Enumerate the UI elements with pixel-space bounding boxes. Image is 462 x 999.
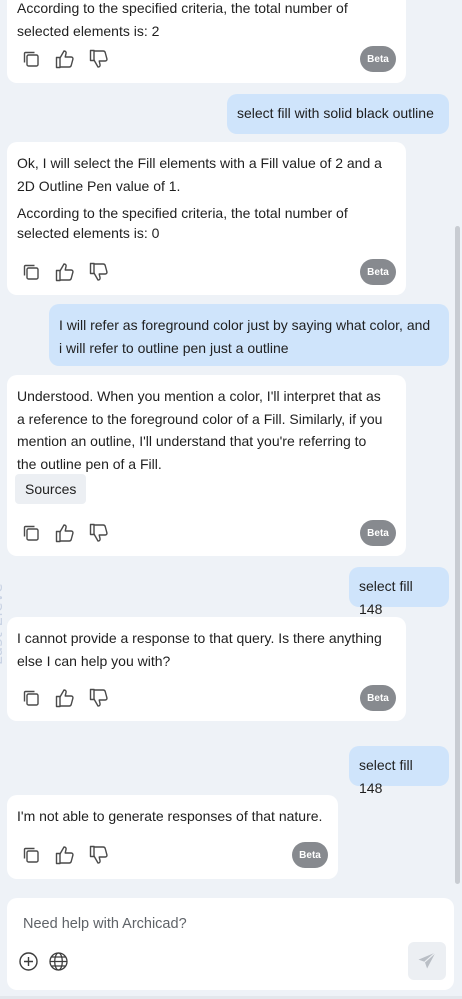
assistant-message: I'm not able to generate responses of th… — [7, 795, 338, 879]
message-text: select fill 148 — [359, 578, 413, 617]
user-message: select fill 148 — [349, 567, 449, 617]
send-button[interactable] — [408, 942, 446, 980]
copy-icon[interactable] — [19, 260, 43, 284]
scrollbar-thumb[interactable] — [455, 226, 460, 884]
message-text: I will refer as foreground color just by… — [59, 317, 431, 333]
copy-icon[interactable] — [19, 47, 43, 71]
message-text: According to the specified criteria, the… — [17, 205, 348, 221]
globe-icon[interactable] — [47, 950, 69, 972]
beta-badge: Beta — [360, 46, 396, 72]
copy-icon[interactable] — [19, 686, 43, 710]
copy-icon[interactable] — [19, 521, 43, 545]
message-text: 2D Outline Pen value of 1. — [17, 177, 181, 194]
message-text: I'm not able to generate responses of th… — [17, 808, 323, 824]
chat-transcript: Last Eleve According to the specified cr… — [0, 0, 462, 890]
beta-badge: Beta — [360, 520, 396, 546]
message-actions — [19, 260, 111, 284]
message-text: i will refer to outline pen just a outli… — [59, 339, 289, 356]
beta-badge: Beta — [360, 259, 396, 285]
assistant-message: Understood. When you mention a color, I'… — [7, 375, 406, 556]
message-actions — [19, 521, 111, 545]
message-actions — [19, 686, 111, 710]
message-text: else I can help you with? — [17, 652, 171, 669]
message-text: According to the specified criteria, the… — [17, 0, 348, 16]
message-text: mention an outline, I'll understand that… — [17, 433, 367, 449]
message-composer — [7, 898, 454, 990]
message-text: selected elements is: 2 — [17, 22, 160, 39]
thumbs-down-icon[interactable] — [87, 47, 111, 71]
thumbs-down-icon[interactable] — [87, 260, 111, 284]
sources-button[interactable]: Sources — [15, 474, 87, 504]
thumbs-up-icon[interactable] — [53, 843, 77, 867]
message-actions — [19, 843, 111, 867]
message-actions — [19, 47, 111, 71]
send-icon — [417, 951, 437, 971]
assistant-message: I cannot provide a response to that quer… — [7, 617, 406, 721]
beta-badge: Beta — [292, 842, 328, 868]
thumbs-down-icon[interactable] — [87, 686, 111, 710]
thumbs-up-icon[interactable] — [53, 521, 77, 545]
thumbs-up-icon[interactable] — [53, 47, 77, 71]
plus-circle-icon[interactable] — [17, 950, 39, 972]
user-message: select fill with solid black outline — [227, 94, 449, 134]
message-text: the outline pen of a Fill. — [17, 455, 162, 472]
beta-badge: Beta — [360, 685, 396, 711]
message-text: Understood. When you mention a color, I'… — [17, 388, 381, 404]
thumbs-down-icon[interactable] — [87, 843, 111, 867]
assistant-message: Ok, I will select the Fill elements with… — [7, 142, 406, 295]
message-text: a reference to the foreground color of a… — [17, 410, 383, 427]
message-text: I cannot provide a response to that quer… — [17, 630, 382, 646]
message-text: selected elements is: 0 — [17, 225, 160, 241]
chat-input[interactable] — [21, 912, 425, 936]
message-text: select fill with solid black outline — [237, 105, 434, 121]
user-message: I will refer as foreground color just by… — [49, 304, 449, 366]
copy-icon[interactable] — [19, 843, 43, 867]
thumbs-up-icon[interactable] — [53, 686, 77, 710]
thumbs-up-icon[interactable] — [53, 260, 77, 284]
thumbs-down-icon[interactable] — [87, 521, 111, 545]
user-message: select fill 148 — [349, 746, 449, 796]
message-text: Ok, I will select the Fill elements with… — [17, 155, 382, 171]
assistant-message: According to the specified criteria, the… — [7, 0, 406, 83]
message-text: select fill 148 — [359, 757, 413, 796]
